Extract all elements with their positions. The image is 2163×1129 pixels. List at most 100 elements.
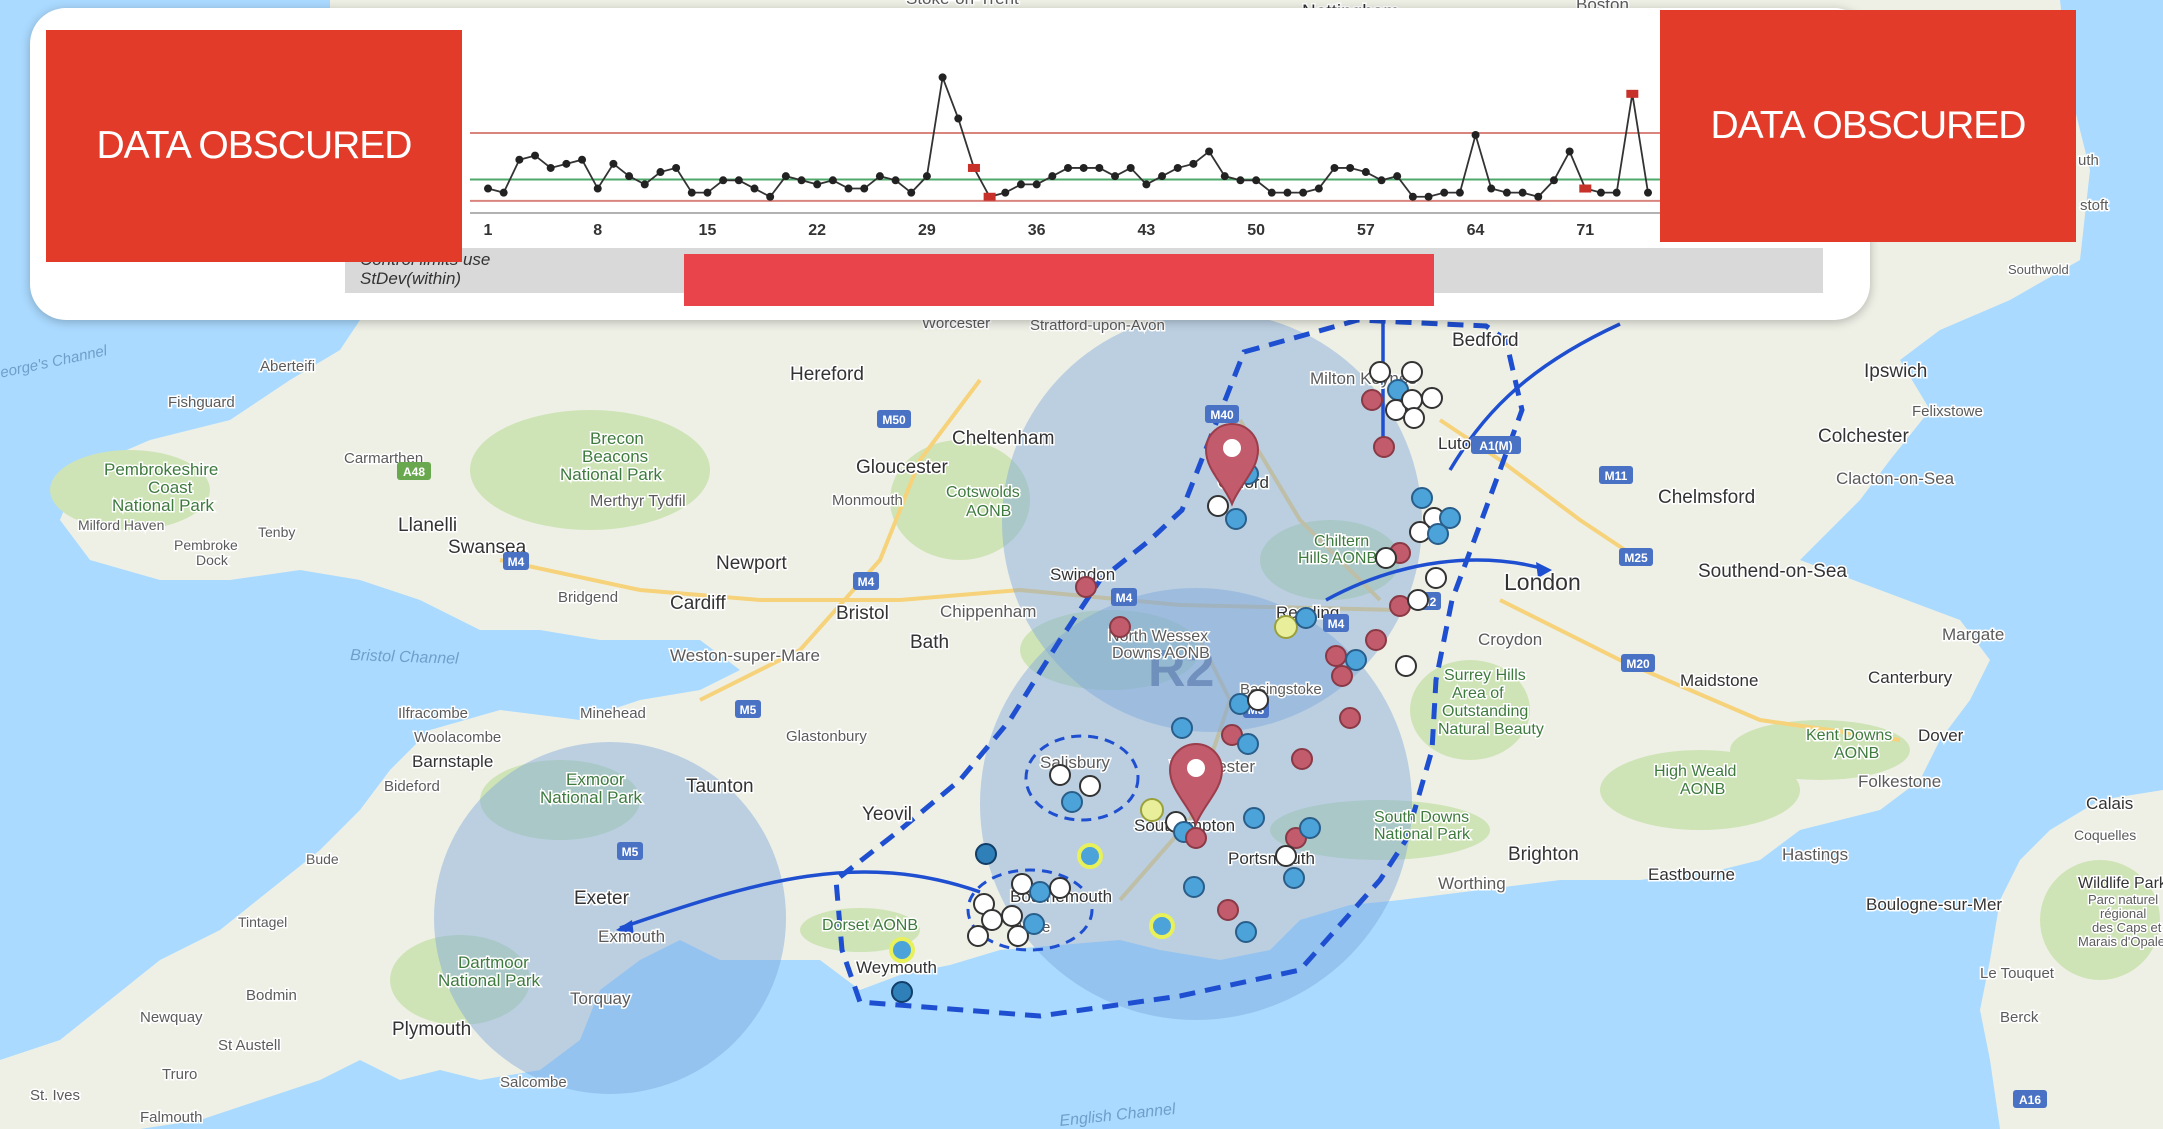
incident-marker-white[interactable]	[1049, 877, 1071, 899]
incident-marker-white[interactable]	[1207, 495, 1229, 517]
incident-marker-red[interactable]	[1365, 629, 1387, 651]
incident-marker-ringy[interactable]	[1140, 798, 1164, 822]
incident-marker-red[interactable]	[1339, 707, 1361, 729]
chart-point	[1565, 147, 1574, 156]
incident-marker-red[interactable]	[1361, 389, 1383, 411]
incident-marker-white[interactable]	[1401, 389, 1423, 411]
chart-point	[1361, 168, 1370, 177]
chart-point	[1330, 163, 1339, 172]
incident-marker-blue[interactable]	[1237, 733, 1259, 755]
obscured-box-left: DATA OBSCURED	[46, 30, 462, 262]
place-label: Hastings	[1782, 845, 1848, 864]
incident-marker-white[interactable]	[981, 909, 1003, 931]
incident-marker-white[interactable]	[1275, 845, 1297, 867]
incident-marker-ringy[interactable]	[1274, 615, 1298, 639]
incident-marker-white[interactable]	[1079, 775, 1101, 797]
incident-marker-red[interactable]	[1185, 827, 1207, 849]
incident-marker-white[interactable]	[1247, 689, 1269, 711]
place-label: Ipswich	[1864, 361, 1927, 382]
place-label: Surrey Hills	[1444, 667, 1526, 684]
chart-point	[922, 172, 931, 181]
place-label: stoft	[2080, 197, 2109, 214]
incident-marker-white[interactable]	[1407, 589, 1429, 611]
x-tick-label: 29	[918, 222, 936, 239]
place-label: Taunton	[686, 776, 754, 797]
place-label: Chelmsford	[1658, 487, 1755, 508]
chart-point	[1471, 131, 1480, 139]
incident-marker-blue[interactable]	[1243, 807, 1265, 829]
place-label: Truro	[162, 1066, 197, 1083]
incident-marker-white[interactable]	[1375, 547, 1397, 569]
incident-marker-white[interactable]	[1409, 521, 1431, 543]
place-label: National Park	[540, 788, 643, 807]
place-label: High Weald	[1654, 763, 1736, 780]
road-shield: M25	[1619, 548, 1653, 566]
chart-point	[1001, 188, 1010, 197]
incident-marker-white[interactable]	[967, 925, 989, 947]
incident-marker-blue[interactable]	[1295, 607, 1317, 629]
incident-marker-white[interactable]	[1403, 407, 1425, 429]
incident-marker-bluey[interactable]	[1077, 843, 1103, 869]
x-tick-label: 8	[593, 222, 602, 239]
incident-marker-blue[interactable]	[1171, 717, 1193, 739]
incident-marker-red[interactable]	[1325, 645, 1347, 667]
incident-marker-white[interactable]	[1001, 905, 1023, 927]
place-label: National Park	[112, 496, 215, 515]
place-label: Worthing	[1438, 874, 1506, 893]
incident-marker-blue[interactable]	[1029, 881, 1051, 903]
incident-marker-white[interactable]	[1421, 387, 1443, 409]
incident-marker-white[interactable]	[1425, 567, 1447, 589]
road-shield-label: M25	[1624, 551, 1648, 565]
place-label: Chiltern	[1314, 533, 1369, 550]
chart-point	[938, 73, 947, 82]
incident-marker-blue[interactable]	[1283, 867, 1305, 889]
chart-point	[1518, 188, 1527, 197]
incident-marker-blue[interactable]	[1023, 913, 1045, 935]
place-label: Exeter	[574, 888, 630, 909]
incident-marker-red[interactable]	[1389, 595, 1411, 617]
place-label: Clacton-on-Sea	[1836, 469, 1955, 488]
chart-point	[1408, 192, 1417, 201]
road-shield: A1(M)	[1471, 436, 1521, 454]
incident-marker-blue[interactable]	[1427, 523, 1449, 545]
incident-marker-white[interactable]	[1395, 655, 1417, 677]
incident-marker-blue[interactable]	[1183, 876, 1205, 898]
incident-marker-bluey[interactable]	[1149, 913, 1175, 939]
place-label: Outstanding	[1442, 703, 1528, 720]
incident-marker-white[interactable]	[1369, 361, 1391, 383]
place-label: Colchester	[1818, 426, 1909, 447]
place-label: Cotswolds	[946, 484, 1020, 501]
incident-marker-blue[interactable]	[1229, 693, 1251, 715]
place-label: Area of	[1452, 685, 1504, 702]
incident-marker-white[interactable]	[1049, 764, 1071, 786]
x-tick-label: 36	[1028, 222, 1046, 239]
chart-point	[750, 184, 759, 193]
place-label: St. Ives	[30, 1087, 80, 1104]
incident-marker-red[interactable]	[1291, 748, 1313, 770]
incident-marker-blue[interactable]	[1061, 791, 1083, 813]
incident-marker-red[interactable]	[1331, 665, 1353, 687]
incident-marker-red[interactable]	[1217, 899, 1239, 921]
chart-points	[484, 73, 1652, 201]
incident-marker-bluey[interactable]	[889, 937, 915, 963]
incident-marker-blue[interactable]	[1345, 649, 1367, 671]
place-label: Southend-on-Sea	[1698, 561, 1847, 582]
incident-marker-white[interactable]	[1011, 873, 1033, 895]
place-label: AONB	[966, 503, 1011, 520]
incident-marker-blue[interactable]	[1411, 487, 1433, 509]
place-label: Coquelles	[2074, 827, 2136, 843]
incident-marker-blue[interactable]	[1299, 817, 1321, 839]
place-label: National Park	[1374, 826, 1471, 843]
incident-marker-dark[interactable]	[975, 843, 997, 865]
incident-marker-red[interactable]	[1109, 616, 1131, 638]
place-label: Coast	[148, 478, 193, 497]
incident-marker-blue[interactable]	[1235, 921, 1257, 943]
incident-marker-white[interactable]	[1401, 361, 1423, 383]
incident-marker-red[interactable]	[1075, 576, 1097, 598]
incident-marker-blue[interactable]	[1225, 508, 1247, 530]
incident-marker-red[interactable]	[1373, 436, 1395, 458]
place-label: Ilfracombe	[398, 705, 468, 722]
place-label: Parc naturel	[2088, 892, 2158, 907]
place-label: Pembrokeshire	[104, 460, 218, 479]
incident-marker-dark[interactable]	[891, 981, 913, 1003]
